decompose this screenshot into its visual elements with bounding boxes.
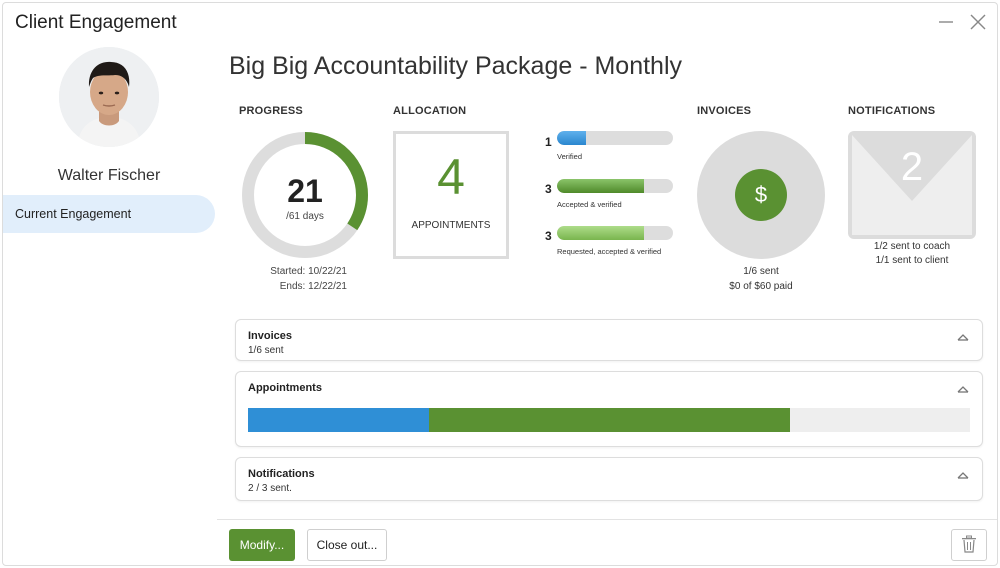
start-date: Started: 10/22/21	[270, 266, 347, 277]
notifications-label: NOTIFICATIONS	[848, 105, 936, 117]
requested-count: 3	[545, 229, 552, 243]
progress-label: PROGRESS	[239, 105, 303, 117]
verified-bar	[557, 131, 673, 145]
requested-caption: Requested, accepted & verified	[557, 247, 662, 256]
close-out-button[interactable]: Close out...	[307, 529, 387, 561]
delete-button[interactable]	[951, 529, 987, 561]
invoices-label: INVOICES	[697, 105, 752, 117]
accepted-count: 3	[545, 182, 552, 196]
days-elapsed: 21	[287, 173, 323, 209]
days-total: /61 days	[286, 211, 324, 222]
notifications-panel-subtitle: 2 / 3 sent.	[248, 483, 292, 494]
end-date: Ends: 12/22/21	[279, 281, 347, 292]
minimize-icon[interactable]	[935, 11, 957, 33]
verified-caption: Verified	[557, 152, 583, 161]
client-engagement-window: Client Engagement Walter Fischer Current…	[2, 2, 998, 566]
dollar-icon: $	[735, 169, 787, 221]
title-bar: Client Engagement	[3, 3, 997, 41]
avatar	[59, 47, 159, 147]
trash-icon	[962, 535, 976, 553]
client-name: Walter Fischer	[57, 167, 161, 184]
accepted-caption: Accepted & verified	[557, 200, 622, 209]
appointments-status-bar	[248, 408, 970, 432]
appointments-accepted-segment	[428, 408, 790, 432]
allocation-label: ALLOCATION	[393, 105, 467, 117]
modify-button[interactable]: Modify...	[229, 529, 295, 561]
accepted-bar-fill	[557, 179, 644, 193]
invoices-paid: $0 of $60 paid	[729, 281, 793, 292]
main-content: Big Big Accountability Package - Monthly…	[217, 41, 997, 565]
notifications-client: 1/1 sent to client	[875, 255, 949, 266]
notification-count: 2	[900, 145, 924, 189]
invoices-panel-subtitle: 1/6 sent	[248, 345, 284, 356]
page-title: Big Big Accountability Package - Monthly	[229, 52, 683, 80]
appointments-panel-title: Appointments	[248, 382, 322, 394]
accepted-bar	[557, 179, 673, 193]
close-icon[interactable]	[967, 11, 989, 33]
verified-count: 1	[545, 135, 552, 149]
invoices-sent: 1/6 sent	[743, 266, 779, 277]
envelope-icon: 2	[848, 131, 976, 239]
chevron-up-icon[interactable]	[956, 470, 970, 480]
allocation-box: 4 APPOINTMENTS	[393, 131, 509, 259]
allocation-unit: APPOINTMENTS	[411, 220, 491, 231]
appointments-panel[interactable]: Appointments	[235, 371, 983, 447]
chevron-up-icon[interactable]	[956, 332, 970, 342]
invoice-circle: $	[697, 131, 825, 259]
allocation-count: 4	[437, 149, 465, 205]
notifications-panel-title: Notifications	[248, 468, 315, 480]
window-title: Client Engagement	[15, 12, 177, 33]
appointments-verified-segment	[248, 408, 429, 432]
nav-item-current-engagement[interactable]: Current Engagement	[3, 195, 215, 233]
notifications-coach: 1/2 sent to coach	[873, 241, 951, 252]
invoices-panel[interactable]: Invoices 1/6 sent	[235, 319, 983, 361]
verified-bar-fill	[557, 131, 586, 145]
invoices-panel-title: Invoices	[248, 330, 293, 342]
notifications-panel[interactable]: Notifications 2 / 3 sent.	[235, 457, 983, 501]
requested-bar	[557, 226, 673, 240]
sidebar: Walter Fischer Current Engagement	[3, 41, 217, 565]
chevron-up-icon[interactable]	[956, 384, 970, 394]
requested-bar-fill	[557, 226, 644, 240]
footer-divider	[217, 519, 997, 520]
